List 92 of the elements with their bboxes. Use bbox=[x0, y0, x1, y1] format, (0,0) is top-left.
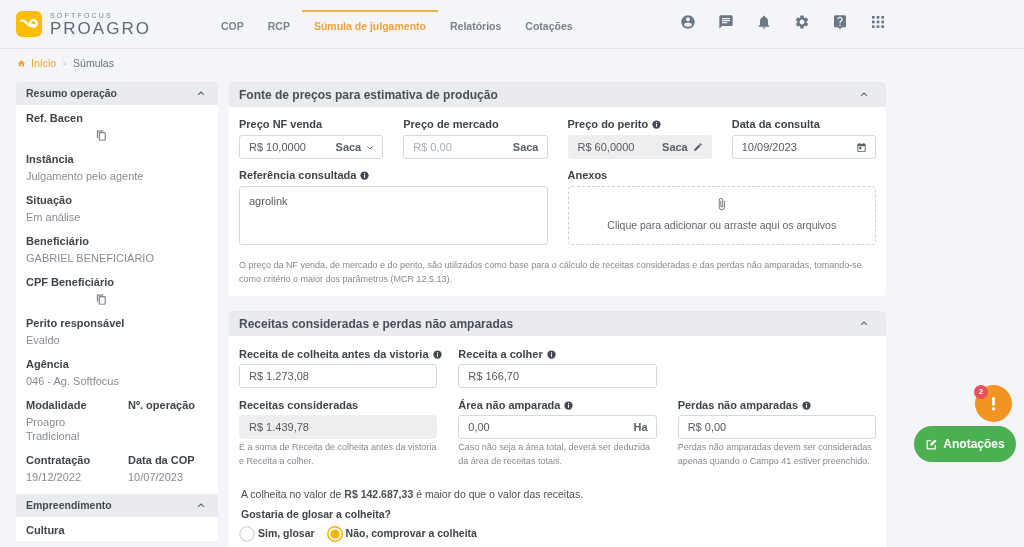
field-value: 046 - Ag. Softfocus bbox=[26, 374, 119, 388]
field-label: Receitas consideradas bbox=[239, 397, 359, 413]
chevron-up-icon[interactable] bbox=[197, 90, 205, 97]
unit-label: Saca bbox=[512, 139, 539, 155]
section-title: Resumo operação bbox=[26, 85, 118, 101]
help-text: Caso não seja a área total, deverá ser deduzida da área de receitas totais. bbox=[458, 441, 651, 468]
radio-option[interactable]: Sim, glosar bbox=[239, 526, 315, 542]
info-icon[interactable] bbox=[802, 400, 812, 410]
section-title: Receitas consideradas e perdas não amparadas bbox=[239, 315, 514, 333]
info-icon[interactable] bbox=[564, 400, 574, 410]
field-value: 19/12/2022 bbox=[26, 470, 82, 484]
field-label: Data da COP bbox=[128, 453, 195, 467]
calendar-icon[interactable] bbox=[856, 141, 867, 153]
unit-label: Saca bbox=[662, 139, 688, 155]
field-label: Cultura bbox=[26, 523, 65, 537]
nav-tab[interactable]: Cotações bbox=[513, 10, 585, 48]
info-icon[interactable] bbox=[360, 170, 370, 180]
field-value: Proagro Tradicional bbox=[26, 415, 81, 443]
logo-product: PROAGRO bbox=[50, 20, 151, 37]
field-label: Perito responsável bbox=[26, 316, 125, 330]
nav-tab[interactable]: Relatórios bbox=[437, 10, 514, 48]
field-label: Referência consultada bbox=[239, 167, 357, 183]
field-label: Preço NF venda bbox=[239, 116, 323, 132]
help-text: Perdas não amparadas devem ser consideradas apenas quando o Campo 41 estiver preenchido. bbox=[677, 441, 873, 468]
note-text: O preço da NF venda, de mercado e do perito, são utilizados como base para o cálculo de receitas consideradas e das perdas não amparadas, tomando-se como critério o maior dos parâmetros (MCR 12.5.13). bbox=[239, 259, 863, 286]
field-label: Instância bbox=[26, 152, 74, 166]
reference-textarea[interactable]: agrolink bbox=[239, 186, 548, 245]
question-text: Gostaria de glosar a colheita? bbox=[241, 507, 392, 521]
input-field[interactable]: R$ 166,70 bbox=[458, 364, 657, 388]
field-label: Data da consulta bbox=[731, 116, 820, 132]
field-label: Anexos bbox=[567, 167, 608, 183]
chevron-up-icon[interactable] bbox=[197, 502, 205, 509]
pencil-icon[interactable] bbox=[692, 142, 703, 152]
field-label: Preço de mercado bbox=[403, 116, 499, 132]
chevron-down-icon[interactable] bbox=[366, 144, 375, 150]
account-icon[interactable] bbox=[680, 14, 696, 30]
field-label: Receita a colher bbox=[458, 346, 543, 362]
help-icon[interactable] bbox=[832, 14, 848, 30]
unit-label: Saca bbox=[335, 139, 362, 155]
count-badge: 2 bbox=[974, 385, 988, 399]
logo-icon bbox=[16, 11, 42, 37]
chevron-up-icon[interactable] bbox=[860, 91, 868, 98]
breadcrumb-separator-icon bbox=[62, 60, 68, 67]
help-text: É a soma de Receita de colheita antes da vistoria e Receita a colher. bbox=[239, 441, 438, 468]
input-field[interactable]: 10/09/2023 bbox=[731, 135, 876, 159]
radio-icon[interactable] bbox=[326, 526, 343, 542]
dropzone-hint: Clique para adicionar ou arraste aqui os arquivos bbox=[607, 218, 837, 234]
harvest-message: A colheita no valor de R$ 142.687,33 é maior do que o valor das receitas. bbox=[241, 487, 585, 501]
section-title: Empreendimento bbox=[26, 497, 112, 513]
field-label: Situação bbox=[26, 193, 72, 207]
section-header[interactable]: Receitas consideradas e perdas não amparadas bbox=[229, 311, 886, 336]
info-icon[interactable] bbox=[546, 349, 556, 359]
field-value: Em análise bbox=[26, 210, 81, 224]
field-label: Perdas não amparadas bbox=[677, 397, 799, 413]
input-field[interactable]: R$ 0,00 bbox=[677, 415, 876, 439]
input-field[interactable]: R$ 1.273,08 bbox=[239, 364, 438, 388]
copy-icon[interactable] bbox=[96, 129, 107, 141]
field-label: Nº. operação bbox=[128, 398, 195, 412]
field-label: Beneficiário bbox=[26, 234, 89, 248]
notifications-icon[interactable] bbox=[756, 14, 772, 30]
alert-button[interactable] bbox=[975, 385, 1012, 422]
field-label: Ref. Bacen bbox=[26, 111, 83, 125]
info-icon[interactable] bbox=[432, 349, 442, 359]
field-label: CPF Beneficiário bbox=[26, 275, 115, 289]
section-title: Fonte de preços para estimativa de produção bbox=[239, 86, 498, 104]
unit-label: Ha bbox=[633, 419, 648, 435]
copy-icon[interactable] bbox=[96, 293, 107, 305]
settings-icon[interactable] bbox=[794, 14, 810, 30]
chevron-up-icon[interactable] bbox=[860, 320, 868, 327]
section-header[interactable]: Fonte de preços para estimativa de produção bbox=[229, 82, 886, 107]
exclamation-icon bbox=[991, 396, 996, 411]
edit-note-icon bbox=[925, 437, 939, 451]
field-label: Modalidade bbox=[26, 398, 87, 412]
radio-option[interactable]: Não, comprovar a colheita bbox=[326, 526, 477, 542]
nav-tab[interactable]: COP bbox=[209, 10, 256, 48]
field-value: GABRIEL BENEFICIÁRIO bbox=[26, 251, 154, 265]
nav-tab[interactable]: RCP bbox=[255, 10, 302, 48]
field-label: Contratação bbox=[26, 453, 91, 467]
field-label: Agência bbox=[26, 357, 69, 371]
apps-grid-icon[interactable] bbox=[870, 14, 886, 30]
field-value: Evaldo bbox=[26, 333, 60, 347]
field-label: Preço do perito bbox=[567, 116, 649, 132]
field-value: 10/07/2023 bbox=[128, 470, 184, 484]
chat-icon[interactable] bbox=[718, 14, 734, 30]
section-header[interactable]: Empreendimento bbox=[16, 494, 218, 517]
breadcrumb-current: Súmulas bbox=[73, 55, 114, 71]
section-header[interactable]: Resumo operação bbox=[16, 82, 218, 105]
field-label: Área não amparada bbox=[458, 397, 561, 413]
file-dropzone[interactable]: Clique para adicionar ou arraste aqui os arquivos bbox=[567, 186, 876, 245]
field-value: Julgamento pelo agente bbox=[26, 169, 144, 183]
field-label: Receita de colheita antes da vistoria bbox=[239, 346, 429, 362]
radio-icon[interactable] bbox=[239, 526, 255, 542]
